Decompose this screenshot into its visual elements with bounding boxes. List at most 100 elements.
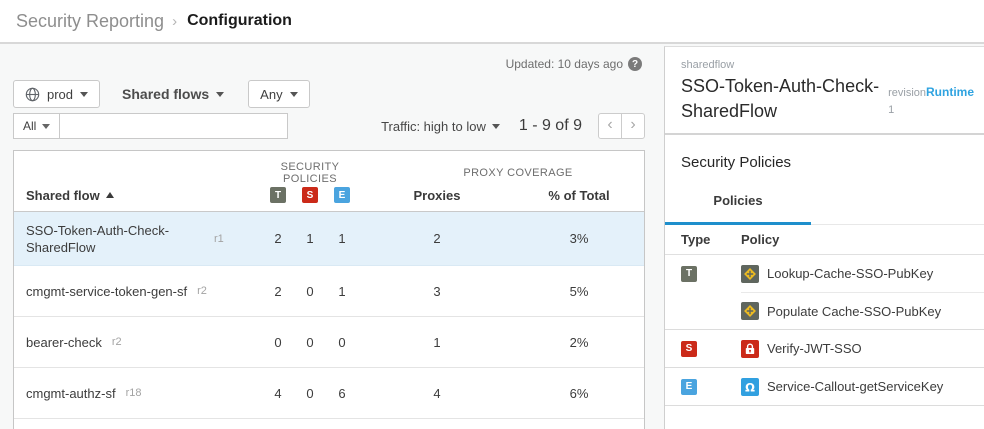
cache-icon	[741, 302, 759, 320]
any-filter-label: Any	[260, 87, 282, 102]
e-policy-badge: E	[681, 379, 697, 395]
revision-block: revisionRuntime 1	[888, 59, 974, 124]
e-policy-badge: E	[334, 187, 350, 203]
s-count: 0	[294, 284, 326, 299]
previous-page-button[interactable]: ‹	[598, 113, 622, 139]
search-input[interactable]	[59, 113, 288, 139]
proxies-count: 2	[358, 231, 516, 246]
caret-down-icon	[492, 124, 500, 129]
revision-label: r2	[197, 285, 207, 297]
help-icon[interactable]: ?	[628, 57, 642, 71]
table-row-selected[interactable]: SSO-Token-Auth-Check-SharedFlow r1 2 1 1…	[14, 212, 644, 266]
traffic-sort-label: Traffic: high to low	[381, 119, 486, 134]
shared-flow-name: bearer-check	[26, 334, 102, 351]
table-row[interactable]: cmgmt-service-token-gen-sf r2 2 0 1 3 5%	[14, 266, 644, 317]
policy-name: Service-Callout-getServiceKey	[767, 379, 943, 394]
proxies-count: 3	[358, 284, 516, 299]
shared-flow-column-header[interactable]: Shared flow	[14, 188, 262, 203]
breadcrumb-separator-icon: ›	[172, 13, 177, 30]
lock-icon	[741, 340, 759, 358]
shared-flow-header-label: Shared flow	[26, 188, 100, 203]
policy-entry[interactable]: Verify-JWT-SSO	[741, 330, 984, 367]
any-filter-dropdown[interactable]: Any	[248, 80, 309, 108]
table-row-partial	[14, 419, 644, 429]
s-count: 1	[294, 231, 326, 246]
policy-name: Populate Cache-SSO-PubKey	[767, 304, 941, 319]
top-bar: Security Reporting › Configuration	[0, 0, 984, 44]
t-count: 2	[262, 231, 294, 246]
caret-down-icon	[216, 92, 224, 97]
t-count: 0	[262, 335, 294, 350]
filter-row-primary: prod Shared flows Any	[13, 80, 310, 108]
caret-down-icon	[42, 124, 50, 129]
shared-flow-name: cmgmt-service-token-gen-sf	[26, 283, 187, 300]
globe-icon	[25, 87, 40, 102]
tab-policies[interactable]: Policies	[665, 193, 811, 225]
e-count: 6	[326, 386, 358, 401]
e-count: 1	[326, 231, 358, 246]
pagination: ‹ ›	[598, 113, 645, 139]
pct-total: 3%	[516, 231, 642, 246]
shared-flow-name: cmgmt-authz-sf	[26, 385, 116, 402]
policy-group: S Verify-JWT-SSO	[665, 330, 984, 368]
environment-label: prod	[47, 87, 73, 102]
proxy-type-dropdown[interactable]: Shared flows	[122, 86, 224, 102]
s-count: 0	[294, 386, 326, 401]
s-policy-badge: S	[681, 341, 697, 357]
search-field-label: All	[23, 119, 36, 133]
detail-header: sharedflow SSO-Token-Auth-Check-SharedFl…	[665, 47, 984, 135]
policy-column-header: Policy	[741, 232, 984, 247]
table-group-header-row: SECURITY POLICIES PROXY COVERAGE	[14, 151, 644, 179]
proxies-column-header: Proxies	[358, 188, 516, 203]
policy-entry[interactable]: Populate Cache-SSO-PubKey	[741, 292, 984, 329]
policy-entry[interactable]: Ω Service-Callout-getServiceKey	[741, 368, 984, 405]
caret-down-icon	[290, 92, 298, 97]
type-column-header: Type	[681, 232, 741, 247]
security-policies-group-header: SECURITY POLICIES	[262, 161, 358, 185]
t-policy-badge: T	[270, 187, 286, 203]
revision-value: 1	[888, 104, 974, 116]
shared-flow-name: SSO-Token-Auth-Check-SharedFlow	[26, 222, 204, 256]
environment-dropdown[interactable]: prod	[13, 80, 100, 108]
search-field-dropdown[interactable]: All	[13, 113, 60, 139]
policy-group: T Lookup-Cache-SSO-PubKey	[665, 255, 984, 330]
page-title: Configuration	[187, 12, 292, 30]
t-policy-badge: T	[681, 266, 697, 282]
traffic-sort-dropdown[interactable]: Traffic: high to low	[381, 119, 500, 134]
pct-total: 6%	[516, 386, 642, 401]
main-area: Updated: 10 days ago ? prod Shared flows…	[0, 44, 984, 429]
proxies-count: 1	[358, 335, 516, 350]
svg-text:Ω: Ω	[745, 380, 755, 394]
revision-label: r2	[112, 336, 122, 348]
updated-label: Updated: 10 days ago	[506, 57, 623, 71]
updated-status: Updated: 10 days ago ?	[506, 57, 642, 71]
e-count: 1	[326, 284, 358, 299]
runtime-link[interactable]: Runtime	[926, 85, 974, 99]
sort-ascending-icon	[106, 192, 114, 198]
e-count: 0	[326, 335, 358, 350]
pct-total-column-header: % of Total	[516, 188, 642, 203]
breadcrumb-parent[interactable]: Security Reporting	[16, 11, 164, 32]
detail-tab-bar: Policies	[665, 193, 984, 225]
policy-name: Lookup-Cache-SSO-PubKey	[767, 266, 933, 281]
table-row[interactable]: bearer-check r2 0 0 0 1 2%	[14, 317, 644, 368]
report-pane: Updated: 10 days ago ? prod Shared flows…	[0, 44, 660, 429]
policy-entry[interactable]: Lookup-Cache-SSO-PubKey	[741, 255, 984, 292]
detail-type-label: sharedflow	[681, 59, 882, 71]
table-row[interactable]: cmgmt-authz-sf r18 4 0 6 4 6%	[14, 368, 644, 419]
section-title: Security Policies	[665, 135, 984, 171]
next-page-button[interactable]: ›	[621, 113, 645, 139]
t-count: 4	[262, 386, 294, 401]
t-count: 2	[262, 284, 294, 299]
filter-row-secondary: All Traffic: high to low 1 - 9 of 9 ‹ ›	[13, 113, 645, 139]
policy-group: E Ω Service-Callout-getServiceKey	[665, 368, 984, 406]
shared-flows-table: SECURITY POLICIES PROXY COVERAGE Shared …	[13, 150, 645, 429]
revision-label: r1	[214, 233, 224, 245]
pagination-range: 1 - 9 of 9	[519, 117, 582, 135]
callout-icon: Ω	[741, 378, 759, 396]
proxy-coverage-group-header: PROXY COVERAGE	[358, 167, 642, 179]
proxy-type-label: Shared flows	[122, 86, 209, 102]
revision-label: r18	[126, 387, 142, 399]
pct-total: 2%	[516, 335, 642, 350]
detail-title: SSO-Token-Auth-Check-SharedFlow	[681, 74, 882, 124]
